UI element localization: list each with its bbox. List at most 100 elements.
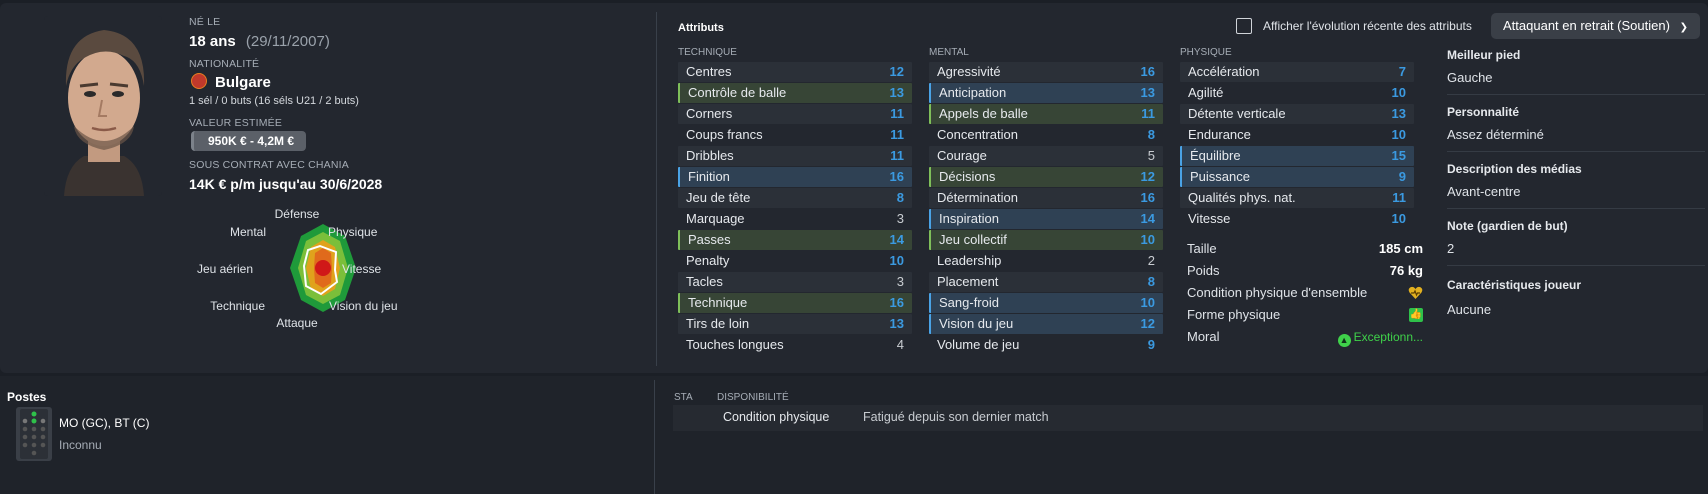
morale-label: Moral xyxy=(1187,329,1220,344)
value-label: VALEUR ESTIMÉE xyxy=(189,117,283,129)
attribute-name: Endurance xyxy=(1188,127,1251,142)
physique-attribute-row[interactable]: Qualités phys. nat. 11 xyxy=(1180,188,1414,208)
mental-attribute-row[interactable]: Agressivité 16 xyxy=(929,62,1163,82)
heart-icon[interactable] xyxy=(1408,286,1423,300)
attribute-value: 11 xyxy=(890,106,904,121)
attribute-name: Anticipation xyxy=(939,85,1007,100)
personality-label: Personnalité xyxy=(1447,105,1520,119)
condition-label: Condition physique d'ensemble xyxy=(1187,285,1368,300)
physique-attribute-row[interactable]: Puissance 9 xyxy=(1180,167,1414,187)
morale-arrow-icon: ▲ xyxy=(1337,334,1351,347)
weight-value: 76 kg xyxy=(1389,263,1423,278)
mental-attribute-row[interactable]: Inspiration 14 xyxy=(929,209,1163,229)
attribute-name: Leadership xyxy=(937,253,1002,268)
attribute-name: Détermination xyxy=(937,190,1018,205)
attribute-value: 12 xyxy=(1140,316,1155,331)
radar-label-defense: Défense xyxy=(275,207,320,221)
international-caps: 1 sél / 0 buts (16 séls U21 / 2 buts) xyxy=(189,95,359,107)
nationality[interactable]: Bulgare xyxy=(215,74,271,91)
recent-evolution-label[interactable]: Afficher l'évolution récente des attribu… xyxy=(1263,19,1472,33)
recent-evolution-checkbox[interactable] xyxy=(1236,18,1252,34)
mental-attribute-row[interactable]: Sang-froid 10 xyxy=(929,293,1163,313)
technique-attribute-row[interactable]: Marquage 3 xyxy=(678,209,912,229)
attribute-name: Sang-froid xyxy=(939,295,999,310)
physique-title: PHYSIQUE xyxy=(1180,47,1232,58)
radar-label-mental: Mental xyxy=(230,225,266,239)
nationality-label: NATIONALITÉ xyxy=(189,58,260,70)
morale-row: Moral ▲ Exceptionn... xyxy=(1187,327,1423,347)
physique-attribute-row[interactable]: Détente verticale 13 xyxy=(1180,104,1414,124)
pitch-positions-icon[interactable] xyxy=(16,407,52,461)
mental-attribute-row[interactable]: Courage 5 xyxy=(929,146,1163,166)
attribute-value: 8 xyxy=(1147,274,1155,289)
attribute-value: 9 xyxy=(1147,337,1155,352)
form-label: Forme physique xyxy=(1187,307,1281,322)
best-foot-label: Meilleur pied xyxy=(1447,48,1521,62)
physique-attribute-row[interactable]: Endurance 10 xyxy=(1180,125,1414,145)
attribute-value: 12 xyxy=(889,64,904,79)
technique-attribute-row[interactable]: Contrôle de balle 13 xyxy=(678,83,912,103)
technique-attribute-row[interactable]: Finition 16 xyxy=(678,167,912,187)
attribute-value: 10 xyxy=(1391,85,1406,100)
attribute-name: Agressivité xyxy=(937,64,1001,79)
mental-attribute-row[interactable]: Anticipation 13 xyxy=(929,83,1163,103)
physique-attribute-row[interactable]: Agilité 10 xyxy=(1180,83,1414,103)
attribute-value: 16 xyxy=(889,295,904,310)
attribute-value: 16 xyxy=(1140,190,1155,205)
mental-attribute-row[interactable]: Concentration 8 xyxy=(929,125,1163,145)
technique-attribute-row[interactable]: Technique 16 xyxy=(678,293,912,313)
mental-attribute-row[interactable]: Volume de jeu 9 xyxy=(929,335,1163,355)
positions-value: MO (GC), BT (C) xyxy=(59,416,150,430)
attribute-name: Touches longues xyxy=(686,337,784,352)
attribute-name: Technique xyxy=(688,295,748,310)
technique-attribute-row[interactable]: Tirs de loin 13 xyxy=(678,314,912,334)
mental-attribute-row[interactable]: Détermination 16 xyxy=(929,188,1163,208)
attribute-name: Accélération xyxy=(1188,64,1260,79)
mental-attribute-row[interactable]: Leadership 2 xyxy=(929,251,1163,271)
attribute-name: Appels de balle xyxy=(939,106,1028,121)
availability-label: DISPONIBILITÉ xyxy=(717,392,789,403)
player-portrait xyxy=(44,16,162,196)
physique-attribute-row[interactable]: Vitesse 10 xyxy=(1180,209,1414,229)
attribute-name: Jeu de tête xyxy=(686,190,751,205)
technique-attribute-row[interactable]: Centres 12 xyxy=(678,62,912,82)
technique-attribute-row[interactable]: Dribbles 11 xyxy=(678,146,912,166)
attribute-radar-chart: Défense Physique Vitesse Vision du jeu A… xyxy=(197,207,398,330)
morale-value[interactable]: ▲ Exceptionn... xyxy=(1337,327,1423,347)
attribute-name: Dribbles xyxy=(686,148,734,163)
attribute-value: 8 xyxy=(896,190,904,205)
technique-title: TECHNIQUE xyxy=(678,47,737,58)
technique-attribute-row[interactable]: Jeu de tête 8 xyxy=(678,188,912,208)
weight-row: Poids 76 kg xyxy=(1187,261,1423,281)
technique-attribute-row[interactable]: Tacles 3 xyxy=(678,272,912,292)
mental-attribute-row[interactable]: Appels de balle 11 xyxy=(929,104,1163,124)
technique-attribute-row[interactable]: Corners 11 xyxy=(678,104,912,124)
attribute-value: 2 xyxy=(1147,253,1155,268)
technique-attribute-row[interactable]: Passes 14 xyxy=(678,230,912,250)
radar-label-physique: Physique xyxy=(328,225,378,239)
technique-attribute-row[interactable]: Touches longues 4 xyxy=(678,335,912,355)
technique-attribute-row[interactable]: Coups francs 11 xyxy=(678,125,912,145)
physique-attribute-row[interactable]: Accélération 7 xyxy=(1180,62,1414,82)
attribute-name: Détente verticale xyxy=(1188,106,1286,121)
attribute-name: Coups francs xyxy=(686,127,763,142)
attribute-value: 15 xyxy=(1391,148,1406,163)
role-dropdown[interactable]: Attaquant en retrait (Soutien) ❯ xyxy=(1491,13,1700,39)
attributes-title: Attributs xyxy=(678,22,724,34)
technique-attribute-row[interactable]: Penalty 10 xyxy=(678,251,912,271)
mental-attribute-row[interactable]: Décisions 12 xyxy=(929,167,1163,187)
availability-row[interactable]: Condition physique Fatigué depuis son de… xyxy=(673,405,1703,431)
mental-attribute-row[interactable]: Jeu collectif 10 xyxy=(929,230,1163,250)
weight-label: Poids xyxy=(1187,263,1220,278)
attribute-value: 11 xyxy=(890,127,904,142)
radar-label-vitesse: Vitesse xyxy=(342,262,381,276)
mental-attribute-row[interactable]: Vision du jeu 12 xyxy=(929,314,1163,334)
sta-label: STA xyxy=(674,392,693,403)
attribute-name: Décisions xyxy=(939,169,996,184)
attribute-value: 7 xyxy=(1398,64,1406,79)
attribute-value: 5 xyxy=(1147,148,1155,163)
value-badge: 950K € - 4,2M € xyxy=(191,131,307,151)
physique-attribute-row[interactable]: Équilibre 15 xyxy=(1180,146,1414,166)
mental-attribute-row[interactable]: Placement 8 xyxy=(929,272,1163,292)
thumbs-up-icon[interactable]: 👍 xyxy=(1409,308,1423,322)
